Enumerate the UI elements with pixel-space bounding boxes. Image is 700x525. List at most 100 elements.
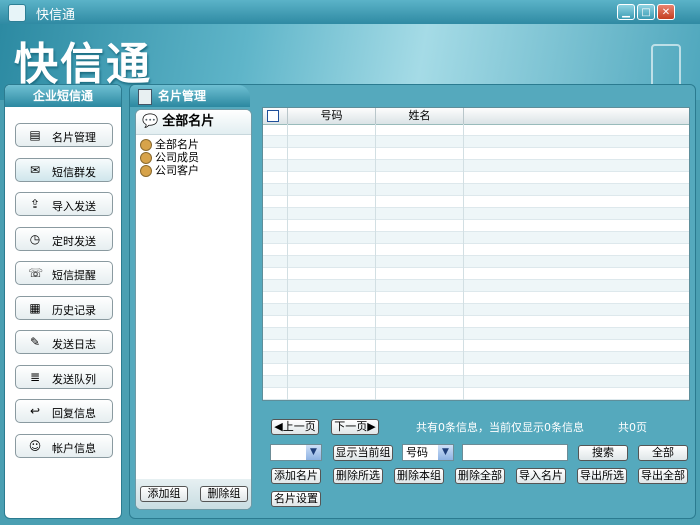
table-row <box>263 268 689 280</box>
show-all-button[interactable]: 全部 <box>638 445 688 461</box>
sidebar-item-label: 导入发送 <box>52 200 96 213</box>
page-summary: 共有0条信息，当前仅显示0条信息 <box>416 421 584 434</box>
app-icon <box>8 4 26 22</box>
field-select[interactable]: 号码 ▼ <box>402 444 454 461</box>
reply-icon: ↩ <box>29 404 41 418</box>
add-group-button[interactable]: 添加组 <box>140 486 188 502</box>
sidebar-item-label: 定时发送 <box>52 234 96 248</box>
group-icon <box>140 152 152 164</box>
select-all-checkbox[interactable] <box>267 110 279 122</box>
tree-item-members[interactable]: 公司成员 <box>140 151 199 164</box>
group-select[interactable]: ▼ <box>270 444 322 461</box>
column-divider <box>375 124 376 400</box>
show-current-group-button[interactable]: 显示当前组 <box>333 445 393 461</box>
table-row <box>263 376 689 388</box>
message-icon: ✉ <box>29 162 41 177</box>
sidebar-item-account[interactable]: ☺ 帐户信息 <box>15 433 113 458</box>
table-row <box>263 196 689 208</box>
table-row <box>263 244 689 256</box>
card-settings-button[interactable]: 名片设置 <box>271 491 321 507</box>
minimize-button[interactable]: ▁ <box>617 4 635 20</box>
table-row <box>263 292 689 304</box>
prev-page-button[interactable]: ◀上一页 <box>271 419 319 435</box>
table-row <box>263 340 689 352</box>
app-logo: 快信通 <box>14 39 152 90</box>
delete-group-button[interactable]: 删除组 <box>200 486 248 502</box>
tree-header-label: 全部名片 <box>162 114 215 129</box>
card-table: 号码 姓名 <box>262 107 690 401</box>
chevron-down-icon: ▼ <box>438 445 453 460</box>
export-selected-button[interactable]: 导出所选 <box>577 468 627 484</box>
sidebar-item-label: 发送日志 <box>52 338 96 351</box>
tree-item-label: 公司客户 <box>155 164 199 177</box>
sidebar-item-card[interactable]: ▤ 名片管理 <box>15 123 113 147</box>
sidebar-header: 企业短信通 <box>5 85 121 107</box>
queue-icon: ≣ <box>29 369 41 384</box>
add-card-button[interactable]: 添加名片 <box>271 468 321 484</box>
main-panel: 名片管理 💬 全部名片 全部名片 公司成员 公司客户 添加组 删除组 号码 姓名 … <box>129 84 696 519</box>
title-bar: 快信通 ▁ □ ✕ <box>0 0 700 24</box>
history-icon: ▦ <box>29 300 41 315</box>
clock-icon: ◷ <box>29 231 41 246</box>
tab-card-management[interactable]: 名片管理 <box>130 85 250 107</box>
table-row <box>263 160 689 172</box>
sidebar-item-log[interactable]: ✎ 发送日志 <box>15 330 113 354</box>
table-header: 号码 姓名 <box>263 108 689 125</box>
sidebar-item-label: 回复信息 <box>52 407 96 420</box>
close-button[interactable]: ✕ <box>657 4 675 20</box>
import-icon: ⇪ <box>29 197 41 211</box>
field-select-value: 号码 <box>406 446 428 459</box>
sidebar-item-clock[interactable]: ◷ 定时发送 <box>15 226 113 251</box>
tree-item-label: 全部名片 <box>155 138 199 151</box>
card-icon <box>138 88 152 105</box>
group-tree: 💬 全部名片 全部名片 公司成员 公司客户 添加组 删除组 <box>135 109 252 510</box>
sidebar-item-history[interactable]: ▦ 历史记录 <box>15 295 113 320</box>
sidebar-item-label: 历史记录 <box>52 303 96 317</box>
column-divider <box>463 124 464 400</box>
reminder-icon: ☏ <box>28 266 44 280</box>
page-count: 共0页 <box>618 421 647 434</box>
log-icon: ✎ <box>29 335 41 349</box>
table-row <box>263 136 689 148</box>
group-icon <box>140 165 152 177</box>
next-page-button[interactable]: 下一页▶ <box>331 419 379 435</box>
tree-footer: 添加组 删除组 <box>136 479 251 509</box>
sidebar-item-import[interactable]: ⇪ 导入发送 <box>15 192 113 216</box>
sidebar: 企业短信通 ▤ 名片管理 ✉ 短信群发 ⇪ 导入发送 ◷ 定时发送 ☏ 短信提醒 ▦ 历史记录 ✎ 发送日… <box>4 84 122 519</box>
table-row <box>263 220 689 232</box>
column-name[interactable]: 姓名 <box>376 108 464 124</box>
tree-header: 💬 全部名片 <box>136 110 251 135</box>
chat-icon: 💬 <box>142 114 159 129</box>
table-row <box>263 172 689 184</box>
window-title: 快信通 <box>36 8 76 23</box>
delete-selected-button[interactable]: 删除所选 <box>333 468 383 484</box>
delete-this-group-button[interactable]: 删除本组 <box>394 468 444 484</box>
table-row <box>263 184 689 196</box>
table-row <box>263 148 689 160</box>
sidebar-item-label: 短信提醒 <box>52 269 96 282</box>
tab-label: 名片管理 <box>158 89 207 103</box>
sidebar-item-queue[interactable]: ≣ 发送队列 <box>15 364 113 389</box>
maximize-button[interactable]: □ <box>637 4 655 20</box>
sidebar-item-reminder[interactable]: ☏ 短信提醒 <box>15 261 113 285</box>
tree-item-label: 公司成员 <box>155 151 199 164</box>
tree-item-clients[interactable]: 公司客户 <box>140 164 199 177</box>
sidebar-item-reply[interactable]: ↩ 回复信息 <box>15 399 113 423</box>
table-row <box>263 352 689 364</box>
search-input[interactable] <box>462 444 568 461</box>
table-row <box>263 304 689 316</box>
search-button[interactable]: 搜索 <box>578 445 628 461</box>
column-number[interactable]: 号码 <box>288 108 376 124</box>
group-icon <box>140 139 152 151</box>
table-row <box>263 364 689 376</box>
import-card-button[interactable]: 导入名片 <box>516 468 566 484</box>
sidebar-item-label: 发送队列 <box>52 372 96 386</box>
table-row <box>263 124 689 136</box>
delete-all-button[interactable]: 删除全部 <box>455 468 505 484</box>
table-row <box>263 328 689 340</box>
tree-item-all[interactable]: 全部名片 <box>140 138 199 151</box>
sidebar-item-message[interactable]: ✉ 短信群发 <box>15 157 113 182</box>
export-all-button[interactable]: 导出全部 <box>638 468 688 484</box>
account-icon: ☺ <box>28 438 42 453</box>
table-row <box>263 256 689 268</box>
